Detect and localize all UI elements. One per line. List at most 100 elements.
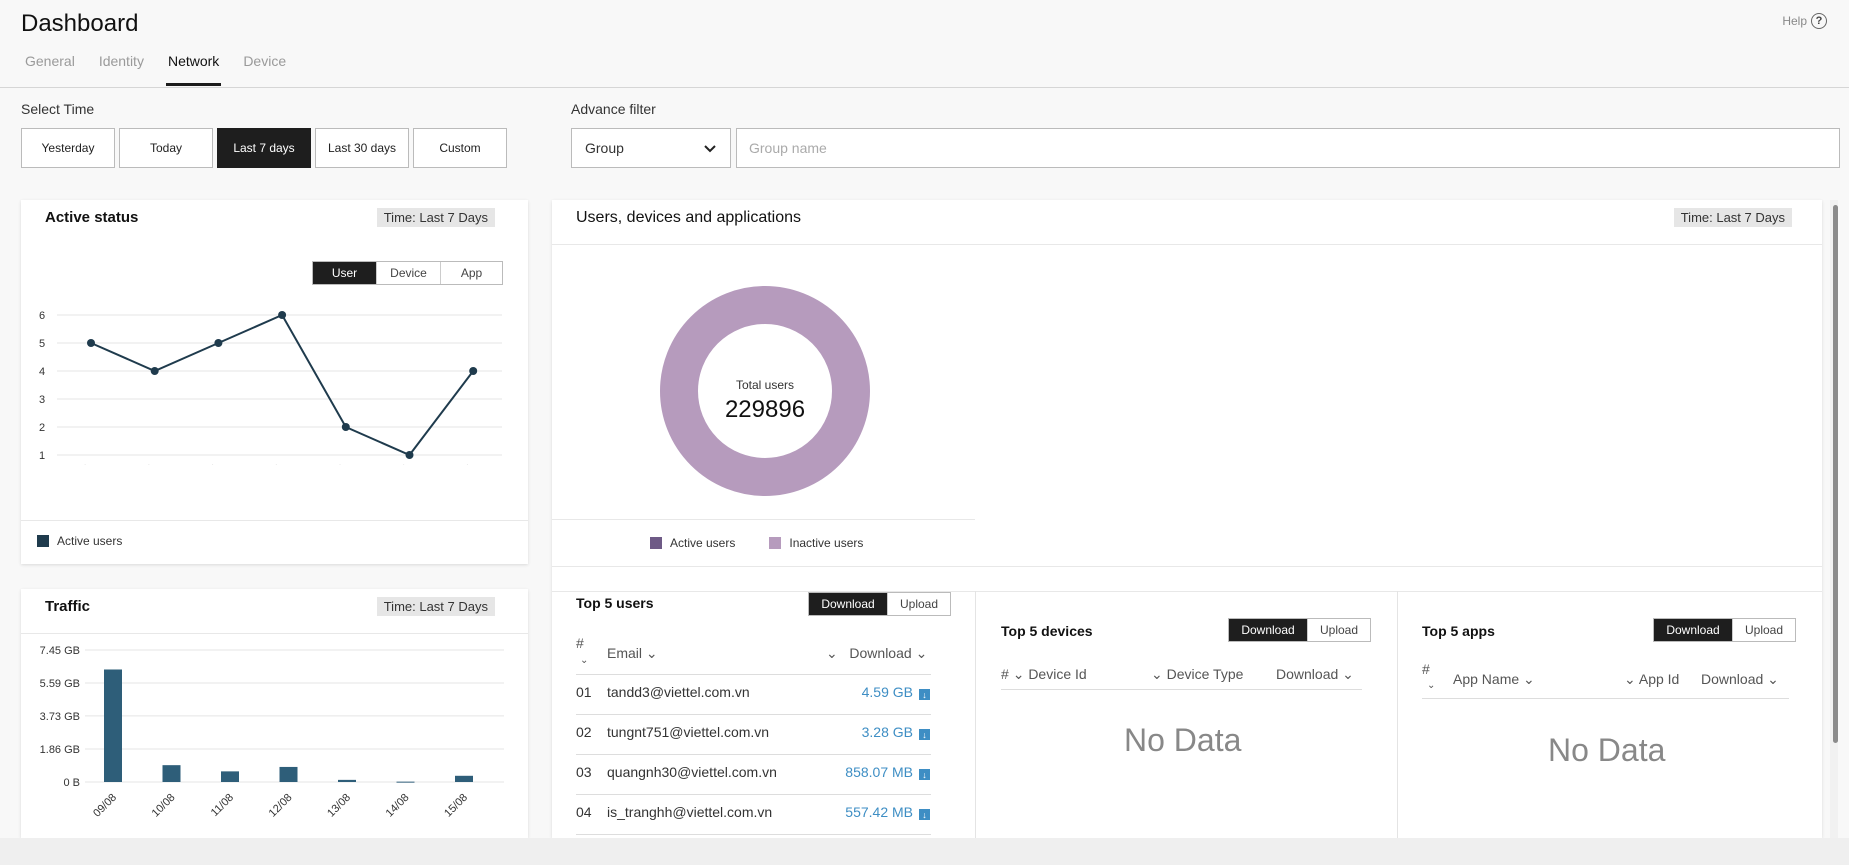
row-num: 01 bbox=[576, 684, 592, 700]
download-header-label[interactable]: Download bbox=[849, 645, 911, 661]
help-label[interactable]: Help bbox=[1782, 14, 1807, 28]
row-download-value: 4.59 GB bbox=[861, 684, 913, 700]
segment-upload[interactable]: Upload bbox=[1732, 619, 1795, 641]
divider bbox=[975, 566, 1822, 567]
app-id-header-label[interactable]: App Id bbox=[1639, 671, 1679, 687]
data-point bbox=[278, 311, 287, 319]
chevron-down-icon[interactable]: ⌄ bbox=[1523, 671, 1535, 687]
tab-general[interactable]: General bbox=[25, 53, 75, 85]
chevron-down-icon[interactable]: ⌄ bbox=[1427, 680, 1435, 691]
help-link[interactable]: Help ? bbox=[1782, 13, 1827, 29]
time-yesterday-button[interactable]: Yesterday bbox=[21, 128, 115, 168]
traffic-title: Traffic bbox=[45, 598, 91, 615]
time-today-button[interactable]: Today bbox=[119, 128, 213, 168]
col-num-header[interactable]: # bbox=[1422, 661, 1430, 677]
x-tick-label: 12/08 bbox=[256, 463, 284, 465]
chevron-down-icon[interactable]: ⌄ bbox=[1767, 671, 1779, 687]
row-num: 03 bbox=[576, 764, 592, 780]
segment-user[interactable]: User bbox=[313, 262, 376, 284]
segment-app[interactable]: App bbox=[440, 262, 502, 284]
group-select[interactable]: Group bbox=[571, 128, 731, 168]
bar bbox=[338, 779, 356, 782]
num-header-label[interactable]: # bbox=[1001, 666, 1009, 682]
download-icon[interactable]: ↓ bbox=[919, 689, 930, 700]
download-icon[interactable]: ↓ bbox=[919, 769, 930, 780]
row-divider bbox=[576, 674, 931, 675]
x-tick-label: 13/08 bbox=[325, 792, 353, 820]
data-point bbox=[405, 451, 414, 459]
time-last-7-days-button[interactable]: Last 7 days bbox=[217, 128, 311, 168]
chevron-down-icon[interactable]: ⌄ bbox=[1624, 671, 1636, 687]
download-icon[interactable]: ↓ bbox=[919, 809, 930, 820]
segment-device[interactable]: Device bbox=[376, 262, 440, 284]
group-name-input[interactable] bbox=[736, 128, 1840, 168]
x-tick-label: 10/08 bbox=[129, 463, 157, 465]
y-tick-label: 5.59 GB bbox=[40, 678, 80, 690]
app-name-header-label[interactable]: App Name bbox=[1453, 671, 1519, 687]
col-device-type-header[interactable]: ⌄ Device Type bbox=[1151, 666, 1243, 683]
help-icon[interactable]: ? bbox=[1811, 13, 1827, 29]
time-custom-button[interactable]: Custom bbox=[413, 128, 507, 168]
active-status-legend: Active users bbox=[37, 534, 122, 548]
row-num: 04 bbox=[576, 804, 592, 820]
tab-network[interactable]: Network bbox=[165, 53, 222, 86]
col-email-header[interactable]: Email ⌄ bbox=[607, 645, 658, 662]
segment-download[interactable]: Download bbox=[809, 593, 887, 615]
device-id-header-label[interactable]: Device Id bbox=[1028, 666, 1086, 682]
chevron-down-icon[interactable]: ⌄ bbox=[916, 645, 928, 661]
tab-identity[interactable]: Identity bbox=[99, 53, 144, 85]
row-divider bbox=[576, 834, 931, 835]
chevron-down-icon[interactable]: ⌄ bbox=[1342, 666, 1354, 682]
tab-device[interactable]: Device bbox=[243, 53, 286, 85]
chevron-down-icon[interactable]: ⌄ bbox=[826, 645, 838, 661]
divider bbox=[552, 591, 1822, 592]
x-tick-label: 13/08 bbox=[320, 463, 348, 465]
download-icon[interactable]: ↓ bbox=[919, 729, 930, 740]
chevron-down-icon[interactable]: ⌄ bbox=[580, 655, 588, 666]
x-tick-label: 09/08 bbox=[65, 463, 93, 465]
row-email: is_tranghh@viettel.com.vn bbox=[607, 804, 773, 820]
row-divider bbox=[576, 794, 931, 795]
x-tick-label: 14/08 bbox=[384, 792, 412, 820]
advance-filter-label: Advance filter bbox=[571, 101, 656, 117]
segment-upload[interactable]: Upload bbox=[1307, 619, 1370, 641]
col-num-header[interactable]: # bbox=[576, 635, 584, 651]
legend-inactive-label: Inactive users bbox=[789, 536, 864, 550]
data-point bbox=[469, 367, 478, 375]
download-header-label[interactable]: Download bbox=[1701, 671, 1763, 687]
row-divider bbox=[576, 714, 931, 715]
active-status-title: Active status bbox=[45, 209, 139, 226]
x-tick-label: 11/08 bbox=[209, 792, 236, 819]
chevron-down-icon[interactable]: ⌄ bbox=[646, 645, 658, 661]
chevron-down-icon[interactable]: ⌄ bbox=[1013, 666, 1025, 682]
segment-upload[interactable]: Upload bbox=[887, 593, 950, 615]
legend-label: Active users bbox=[57, 534, 123, 548]
data-point bbox=[214, 339, 223, 347]
col-app-id-header[interactable]: ⌄ App Id bbox=[1624, 671, 1679, 688]
traffic-card: Traffic Time: Last 7 Days 0 B 1.86 GB 3.73… bbox=[21, 589, 528, 838]
data-point bbox=[87, 339, 95, 347]
legend-swatch bbox=[37, 535, 49, 547]
col-download-header[interactable]: Download ⌄ bbox=[1276, 666, 1354, 683]
col-num-header[interactable]: # ⌄ Device Id bbox=[1001, 666, 1087, 683]
device-type-header-label[interactable]: Device Type bbox=[1167, 666, 1244, 682]
col-app-name-header[interactable]: App Name ⌄ bbox=[1453, 671, 1535, 688]
segment-download[interactable]: Download bbox=[1229, 619, 1307, 641]
tab-bar: General Identity Network Device bbox=[25, 53, 310, 86]
active-status-segment: User Device App bbox=[312, 261, 503, 285]
legend-active-label: Active users bbox=[670, 536, 736, 550]
scrollbar-thumb[interactable] bbox=[1833, 205, 1838, 743]
x-tick-label: 11/08 bbox=[193, 463, 220, 465]
no-data-message: No Data bbox=[1124, 722, 1242, 758]
col-download-header[interactable]: ⌄ Download ⌄ bbox=[826, 645, 927, 662]
download-header-label[interactable]: Download bbox=[1276, 666, 1338, 682]
bar bbox=[279, 766, 298, 782]
column-divider bbox=[975, 591, 976, 838]
col-download-header[interactable]: Download ⌄ bbox=[1701, 671, 1779, 688]
email-header-label[interactable]: Email bbox=[607, 645, 642, 661]
y-tick-label: 5 bbox=[39, 338, 45, 350]
chevron-down-icon[interactable]: ⌄ bbox=[1151, 666, 1163, 682]
header: Dashboard Help ? General Identity Networ… bbox=[0, 0, 1849, 88]
time-last-30-days-button[interactable]: Last 30 days bbox=[315, 128, 409, 168]
segment-download[interactable]: Download bbox=[1654, 619, 1732, 641]
